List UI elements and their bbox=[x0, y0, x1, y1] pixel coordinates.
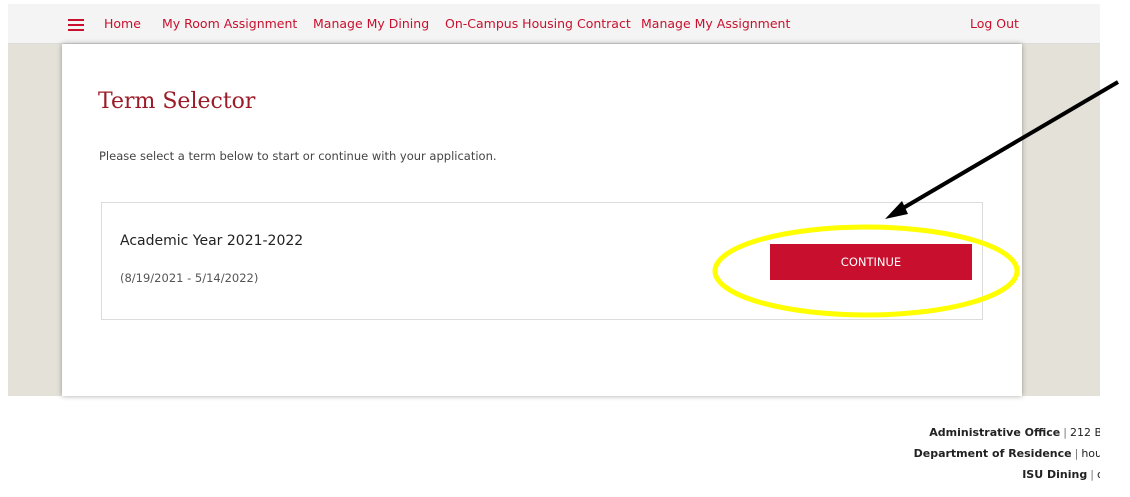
footer-admin-office: Administrative Office|212 Beyer Court| bbox=[929, 426, 1100, 439]
term-dates: (8/19/2021 - 5/14/2022) bbox=[120, 271, 259, 285]
page-title: Term Selector bbox=[98, 89, 256, 114]
footer-isu-dining: ISU Dining | c bbox=[1022, 468, 1100, 481]
nav-log-out[interactable]: Log Out bbox=[970, 16, 1019, 31]
footer-dept-residence: Department of Residence | hou bbox=[913, 447, 1100, 460]
hamburger-menu-icon[interactable] bbox=[68, 19, 84, 31]
footer: Administrative Office|212 Beyer Court| D… bbox=[700, 420, 1100, 497]
term-card: Academic Year 2021-2022 (8/19/2021 - 5/1… bbox=[101, 202, 983, 320]
nav-my-room-assignment[interactable]: My Room Assignment bbox=[162, 16, 297, 31]
continue-button[interactable]: CONTINUE bbox=[770, 244, 972, 280]
main-panel: Term Selector Please select a term below… bbox=[62, 44, 1022, 396]
term-name: Academic Year 2021-2022 bbox=[120, 233, 304, 249]
nav-home[interactable]: Home bbox=[104, 16, 141, 31]
top-nav: Home My Room Assignment Manage My Dining… bbox=[8, 4, 1100, 44]
nav-manage-my-assignment[interactable]: Manage My Assignment bbox=[641, 16, 790, 31]
nav-manage-my-dining[interactable]: Manage My Dining bbox=[313, 16, 429, 31]
nav-on-campus-housing-contract[interactable]: On-Campus Housing Contract bbox=[445, 16, 631, 31]
instructions-text: Please select a term below to start or c… bbox=[99, 149, 497, 163]
